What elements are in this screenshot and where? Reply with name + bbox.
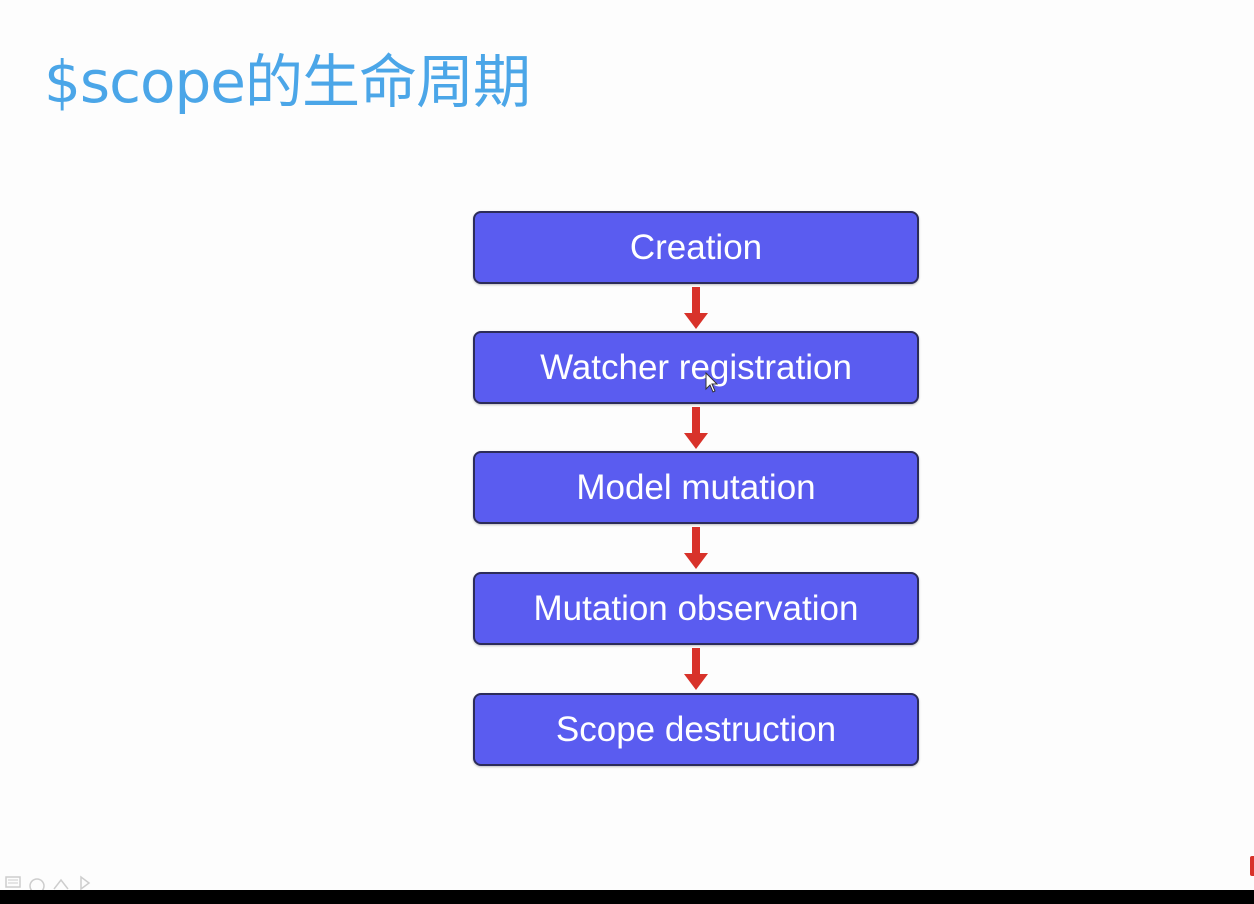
flow-step-label: Creation [629,227,763,267]
menu-icon[interactable] [4,874,22,890]
down-arrow-icon [683,648,709,692]
flow-step-label: Scope destruction [555,709,837,749]
edge-marker [1250,856,1254,876]
flow-step-mutation-observation: Mutation observation [473,572,919,645]
flow-step-label: Model mutation [576,467,816,507]
bottom-black-bar [0,890,1254,904]
slide: $scope的生命周期 Creation Watcher registratio… [0,0,1254,894]
presentation-toolbar [4,874,94,894]
down-arrow-icon [683,287,709,331]
flow-step-creation: Creation [473,211,919,284]
eraser-icon[interactable] [52,874,70,890]
pointer-icon[interactable] [76,874,94,891]
mouse-pointer-icon [705,371,719,394]
down-arrow-icon [683,407,709,451]
down-arrow-icon [683,527,709,571]
flow-step-model-mutation: Model mutation [473,451,919,524]
flow-step-label: Watcher registration [540,347,852,387]
flow-step-watcher-registration: Watcher registration [473,331,919,404]
lifecycle-flowchart: Creation Watcher registration Model muta… [473,211,919,767]
flow-step-scope-destruction: Scope destruction [473,693,919,766]
slide-title: $scope的生命周期 [44,48,531,116]
pen-icon[interactable] [28,874,46,894]
flow-step-label: Mutation observation [533,588,859,628]
